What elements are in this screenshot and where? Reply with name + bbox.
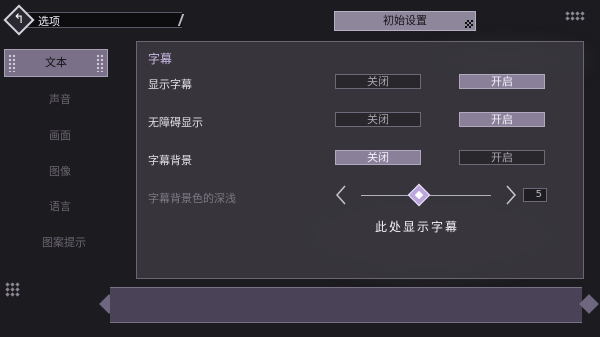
sidebar-item-pattern-hints[interactable]: 图案提示 (0, 234, 128, 250)
page-title: 选项 (38, 15, 60, 28)
show-subtitles-off[interactable]: 关闭 (335, 74, 421, 89)
back-arrow-icon: ↰ (13, 12, 25, 27)
accessible-display-on[interactable]: 开启 (459, 112, 545, 127)
sidebar-item-language[interactable]: 语言 (0, 198, 120, 214)
show-subtitles-on[interactable]: 开启 (459, 74, 545, 89)
sidebar-item-label: 声音 (49, 93, 71, 106)
sidebar-item-screen[interactable]: 画面 (0, 127, 120, 143)
dialog-tip-right (579, 294, 599, 314)
sidebar-item-label: 语言 (49, 200, 71, 213)
checker-icon (465, 20, 473, 28)
sidebar-item-label: 图案提示 (42, 236, 86, 249)
row-label-show-subtitles: 显示字幕 (148, 78, 192, 91)
initial-settings-label: 初始设置 (383, 14, 427, 27)
slider-thumb[interactable] (407, 183, 431, 207)
row-label-subtitle-background: 字幕背景 (148, 154, 192, 167)
row-label-accessible-display: 无障碍显示 (148, 116, 203, 129)
subtitle-background-on[interactable]: 开启 (459, 150, 545, 165)
section-title: 字幕 (148, 52, 173, 66)
chevron-right-icon[interactable] (505, 185, 517, 205)
decor-dots (5, 282, 20, 297)
subtitle-background-off[interactable]: 关闭 (335, 150, 421, 165)
settings-panel: 字幕 显示字幕 关闭 开启 无障碍显示 关闭 开启 字幕背景 关闭 开启 字幕背… (136, 41, 584, 279)
sidebar-item-label: 画面 (49, 129, 71, 142)
sidebar-item-label: 文本 (45, 56, 67, 69)
subtitle-preview: 此处显示字幕 (374, 220, 459, 234)
dialog-bar (110, 287, 582, 323)
selection-dots-icon (8, 54, 16, 72)
slider-value: 5 (523, 188, 547, 202)
chevron-left-icon[interactable] (335, 185, 347, 205)
selection-dots-icon (96, 54, 104, 72)
sidebar-item-sound[interactable]: 声音 (0, 91, 120, 107)
initial-settings-button[interactable]: 初始设置 (334, 11, 476, 31)
back-bar[interactable]: ↰ 选项 (3, 4, 185, 36)
sidebar-item-graphics[interactable]: 图像 (0, 163, 120, 179)
row-label-background-shade: 字幕背景色的深浅 (148, 192, 236, 205)
decor-dots (565, 11, 585, 21)
accessible-display-off[interactable]: 关闭 (335, 112, 421, 127)
sidebar-item-text[interactable]: 文本 (4, 49, 108, 77)
sidebar-item-label: 图像 (49, 165, 71, 178)
